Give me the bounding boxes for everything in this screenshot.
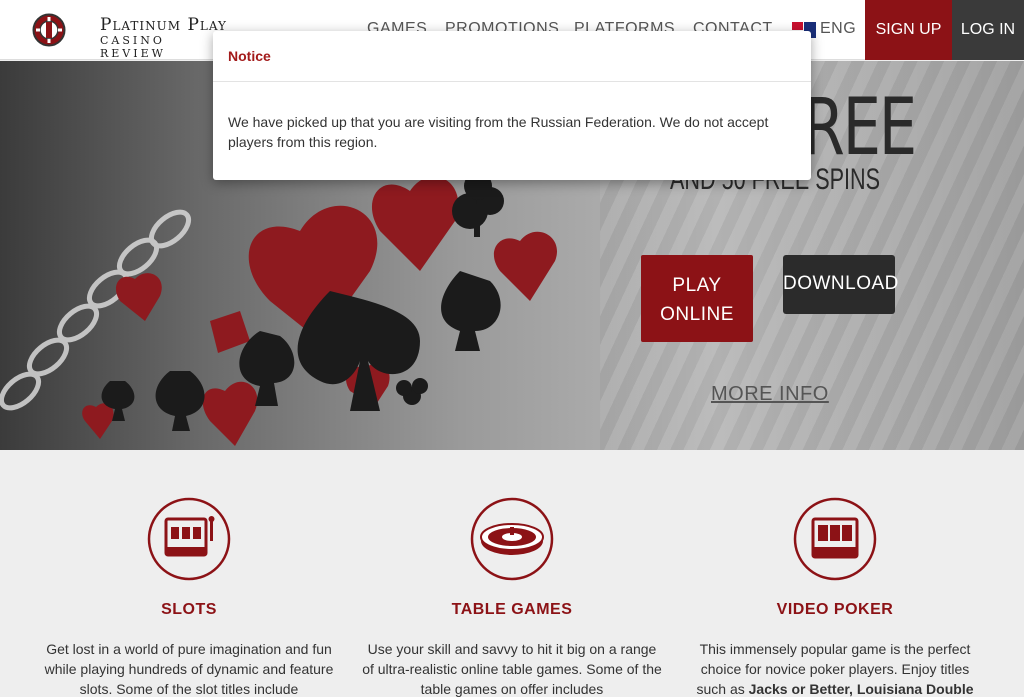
notice-dialog: Notice We have picked up that you are vi… xyxy=(213,31,811,180)
modal-overlay: Notice We have picked up that you are vi… xyxy=(0,0,1024,697)
dialog-header: Notice xyxy=(213,31,811,82)
dialog-body: We have picked up that you are visiting … xyxy=(228,114,769,150)
dialog-title: Notice xyxy=(228,48,271,64)
